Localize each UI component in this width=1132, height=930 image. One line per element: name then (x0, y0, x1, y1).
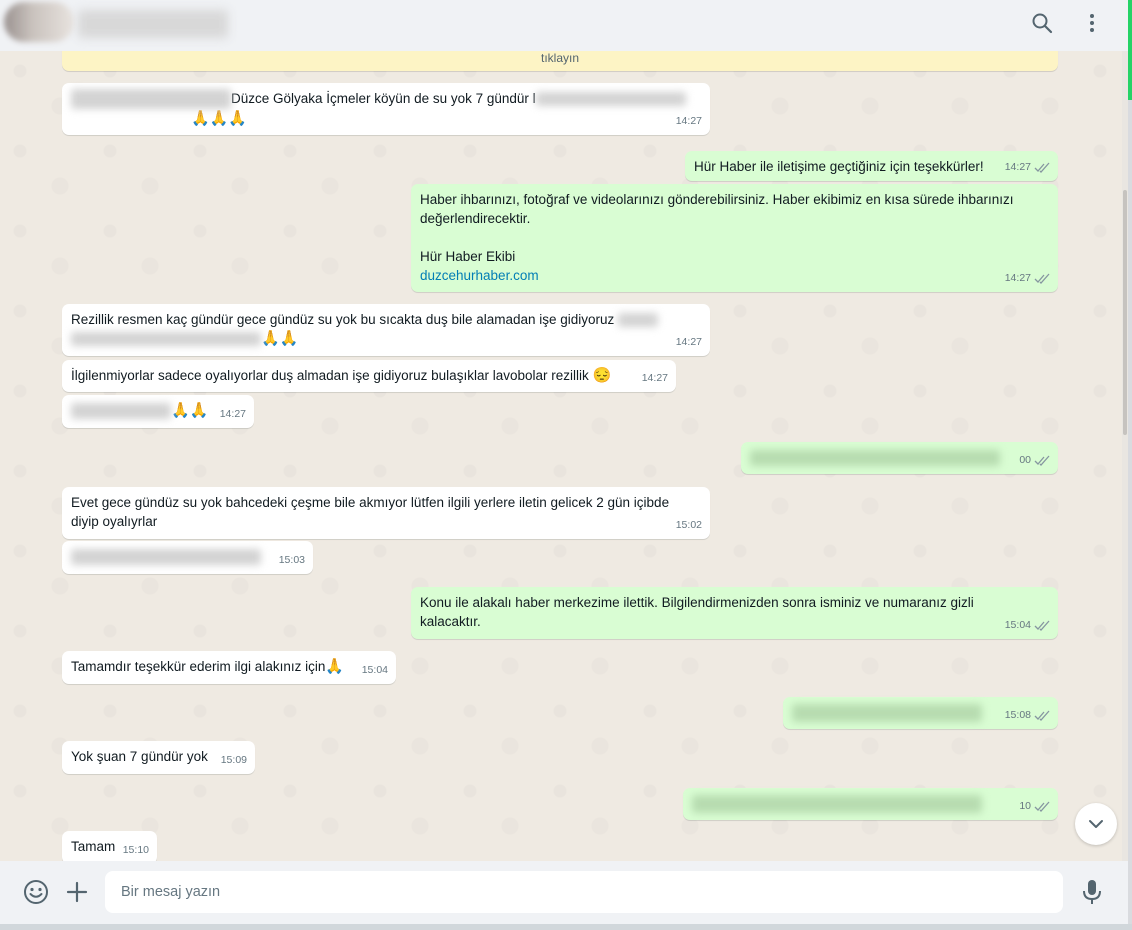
chat-header (0, 0, 1128, 52)
message-text: Evet gece gündüz su yok bahcedeki çeşme … (71, 495, 670, 510)
redacted-text (750, 450, 1000, 467)
message-time: 15:03 (278, 554, 305, 566)
redacted-text (692, 795, 982, 814)
redacted-text (71, 89, 231, 110)
redacted-text (71, 403, 171, 420)
redacted-text (71, 332, 261, 347)
message-text: diyip oyalıyrlar (71, 514, 158, 529)
message-incoming[interactable]: Rezillik resmen kaç gündür gece gündüz s… (62, 304, 710, 356)
message-text: Tamamdır teşekkür ederim ilgi alakınız i… (71, 659, 326, 674)
contact-name-redacted[interactable] (78, 10, 228, 38)
message-time: 14:27 (1004, 161, 1031, 173)
message-text: Hür Haber ile iletişime geçtiğiniz için … (694, 159, 984, 174)
notice-text: tıklayın (540, 51, 579, 65)
message-incoming[interactable]: 15:03 (62, 541, 313, 574)
message-emoji: 🙏🙏🙏 (191, 110, 248, 128)
message-incoming[interactable]: Düzce Gölyaka İçmeler köyün de su yok 7 … (62, 83, 710, 135)
message-outgoing[interactable]: Konu ile alakalı haber merkezime ilettik… (411, 587, 1058, 639)
message-incoming[interactable]: 🙏🙏 14:27 (62, 395, 254, 428)
message-signature: Hür Haber Ekibi (420, 249, 516, 264)
scroll-to-bottom-button[interactable] (1075, 803, 1117, 845)
read-receipt-icon (1034, 162, 1050, 173)
message-outgoing[interactable]: 10 (683, 788, 1058, 820)
read-receipt-icon (1034, 620, 1050, 631)
emoji-icon[interactable] (23, 879, 49, 905)
redacted-text (535, 92, 686, 107)
message-emoji: 🙏🙏 (261, 330, 299, 347)
message-text: Düzce Gölyaka İçmeler köyün de su yok 7 … (231, 91, 536, 106)
message-time: 15:08 (1004, 709, 1031, 721)
message-incoming[interactable]: Tamam 15:10 (62, 831, 157, 861)
message-time: 14:27 (675, 115, 702, 127)
read-receipt-icon (1034, 710, 1050, 721)
message-emoji: 🙏 (325, 658, 345, 675)
message-text: Konu ile alakalı haber merkezime ilettik… (420, 595, 974, 610)
message-time: 14:27 (675, 336, 702, 348)
microphone-icon[interactable] (1080, 878, 1104, 906)
read-receipt-icon (1034, 273, 1050, 284)
message-text: Tamam (71, 839, 116, 854)
message-incoming[interactable]: Tamamdır teşekkür ederim ilgi alakınız i… (62, 651, 396, 684)
message-time: 10 (1019, 800, 1031, 812)
message-time: 15:04 (361, 664, 388, 676)
message-time: 14:27 (1004, 272, 1031, 284)
message-text: kalacaktır. (420, 614, 481, 629)
message-time: 15:09 (220, 754, 247, 766)
encryption-notice[interactable]: tıklayın (62, 51, 1058, 71)
window-edge-accent (1128, 0, 1132, 100)
message-time: 15:10 (122, 844, 149, 856)
message-time: 15:02 (675, 519, 702, 531)
chat-scrollbar-thumb[interactable] (1123, 190, 1127, 435)
window-edge (1128, 100, 1132, 930)
message-text: Haber ihbarınızı, fotoğraf ve videoların… (420, 192, 1014, 207)
message-outgoing[interactable]: Hür Haber ile iletişime geçtiğiniz için … (685, 151, 1058, 181)
message-incoming[interactable]: Evet gece gündüz su yok bahcedeki çeşme … (62, 487, 710, 539)
message-time: 15:04 (1004, 619, 1031, 631)
message-emoji: 😔 (592, 367, 612, 384)
message-outgoing[interactable]: Haber ihbarınızı, fotoğraf ve videoların… (411, 184, 1058, 292)
message-time: 14:27 (219, 408, 246, 420)
redacted-text (71, 549, 261, 566)
chevron-down-icon (1089, 820, 1103, 828)
message-text: Rezillik resmen kaç gündür gece gündüz s… (71, 312, 615, 327)
redacted-text (618, 313, 659, 328)
message-outgoing[interactable]: 00 (741, 442, 1058, 474)
read-receipt-icon (1034, 455, 1050, 466)
message-text: Yok şuan 7 gündür yok (71, 749, 208, 764)
menu-icon[interactable] (1080, 11, 1104, 35)
window-bottom-edge (0, 924, 1132, 930)
chat-messages-area[interactable]: tıklayın Düzce Gölyaka İçmeler köyün de … (0, 51, 1122, 861)
redacted-text (792, 704, 982, 723)
message-text: değerlendirecektir. (420, 211, 531, 226)
message-time: 14:27 (641, 372, 668, 384)
read-receipt-icon (1034, 801, 1050, 812)
message-emoji: 🙏🙏 (171, 402, 209, 419)
contact-avatar[interactable] (4, 2, 74, 42)
message-input[interactable] (105, 871, 1063, 913)
website-link[interactable]: duzcehurhaber.com (420, 268, 539, 283)
message-incoming[interactable]: Yok şuan 7 gündür yok 15:09 (62, 741, 255, 774)
message-incoming[interactable]: İlgilenmiyorlar sadece oyalıyorlar duş a… (62, 360, 676, 392)
message-outgoing[interactable]: 15:08 (783, 697, 1058, 729)
chat-scrollbar-track[interactable] (1122, 51, 1128, 861)
search-icon[interactable] (1030, 11, 1054, 35)
message-text: İlgilenmiyorlar sadece oyalıyorlar duş a… (71, 368, 589, 383)
message-time: 00 (1019, 454, 1031, 466)
attach-plus-icon[interactable] (65, 880, 89, 904)
